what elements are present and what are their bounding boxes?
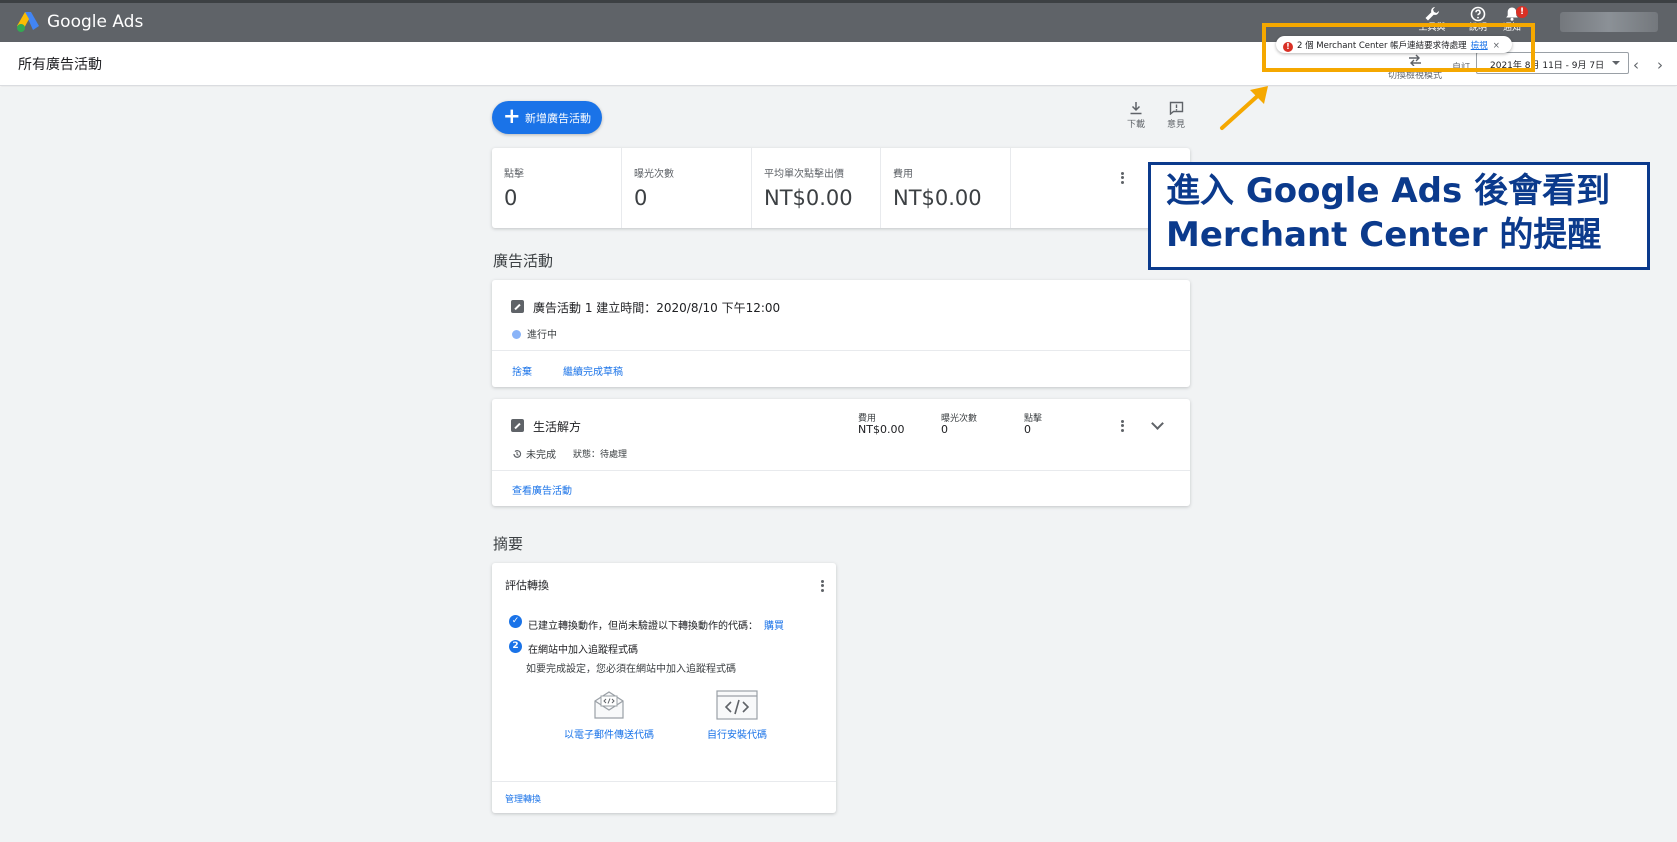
annotation-callout: 進入 Google Ads 後會看到 Merchant Center 的提醒 [1148, 162, 1650, 270]
new-campaign-label: 新增廣告活動 [525, 112, 591, 125]
conversion-card-title: 評估轉換 [505, 579, 549, 592]
download-icon [1130, 102, 1142, 115]
tools-button[interactable]: 工具與 [1407, 6, 1457, 33]
step1-text: 已建立轉換動作，但尚未驗證以下轉換動作的代碼： 購買 [528, 621, 784, 632]
campaign-status-text: 狀態：待處理 [573, 450, 628, 460]
callout-line-1: 進入 Google Ads 後會看到 [1166, 171, 1611, 211]
metric-value: NT$0.00 [764, 186, 853, 210]
metrics-card: 點擊 0 曝光次數 0 平均單次點擊出價 NT$0.00 費用 NT$0.00 [492, 148, 1190, 228]
metric-name: 點擊 [504, 169, 524, 180]
feedback-label: 意見 [1166, 120, 1185, 130]
cost-value: NT$0.00 [858, 423, 905, 436]
merchant-center-notice: ! 2 個 Merchant Center 帳戶連結要求待處理 檢視 × [1276, 36, 1512, 53]
check-circle-icon: ✓ [509, 615, 522, 628]
notifications-label: 通知 [1502, 23, 1521, 33]
history-icon [513, 450, 522, 458]
manage-conversions-link[interactable]: 管理轉換 [505, 792, 541, 805]
status-dot-icon [512, 330, 521, 339]
campaign-name: 生活解方 [533, 420, 582, 434]
card-divider [492, 781, 836, 782]
continue-draft-link[interactable]: 繼續完成草稿 [563, 363, 623, 378]
download-label: 下載 [1126, 120, 1145, 130]
plus-icon: + [503, 104, 521, 128]
metric-name: 曝光次數 [634, 169, 674, 180]
metric-name: 費用 [893, 169, 913, 180]
help-icon [1470, 6, 1486, 22]
new-campaign-button[interactable]: + 新增廣告活動 [492, 101, 602, 134]
notifications-button[interactable]: ! 通知 [1487, 6, 1537, 33]
date-range-select[interactable]: 2021年 8月 11日 - 9月 7日 [1476, 52, 1629, 74]
close-icon[interactable]: × [1493, 41, 1500, 51]
email-code-option[interactable]: 以電子郵件傳送代碼 [554, 690, 664, 741]
account-info-blurred[interactable] [1560, 12, 1658, 32]
discard-draft-link[interactable]: 捨棄 [512, 363, 532, 378]
caret-down-icon [1612, 61, 1620, 65]
step1-link[interactable]: 購買 [764, 621, 784, 632]
google-ads-logo-icon [17, 12, 39, 32]
metric-name: 平均單次點擊出價 [764, 169, 844, 180]
more-vert-icon[interactable] [1120, 170, 1124, 185]
campaigns-section-title: 廣告活動 [493, 252, 554, 270]
step2-text: 在網站中加入追蹤程式碼 [528, 645, 638, 656]
campaign-state-text: 未完成 [526, 450, 556, 461]
chevron-down-icon[interactable] [1151, 417, 1164, 430]
feedback-icon [1169, 101, 1183, 115]
metric-cost[interactable]: 費用 NT$0.00 [881, 148, 1011, 228]
download-button[interactable]: 下載 [1118, 101, 1154, 130]
prev-period-button[interactable]: ‹ [1633, 56, 1639, 74]
notification-badge: ! [1516, 6, 1528, 18]
swap-icon [1409, 54, 1421, 66]
date-range-value: 2021年 8月 11日 - 9月 7日 [1490, 61, 1605, 71]
edit-draft-icon [511, 300, 524, 313]
metric-value: 0 [504, 186, 518, 210]
callout-line-2: Merchant Center 的提醒 [1166, 215, 1602, 255]
card-divider [492, 470, 1190, 471]
metric-impressions[interactable]: 曝光次數 0 [622, 148, 752, 228]
notice-review-link[interactable]: 檢視 [1471, 41, 1488, 51]
wrench-icon [1425, 7, 1439, 21]
email-code-icon [594, 691, 624, 719]
next-period-button[interactable]: › [1657, 56, 1663, 74]
campaign-card-incomplete: 生活解方 未完成 狀態：待處理 費用 NT$0.00 曝光次數 0 點擊 0 查… [492, 399, 1190, 506]
campaign-status: 進行中 [512, 326, 557, 341]
conversion-card: 評估轉換 ✓ 已建立轉換動作，但尚未驗證以下轉換動作的代碼： 購買 2 在網站中加… [492, 563, 836, 813]
campaign-name: 廣告活動 1 建立時間：2020/8/10 下午12:00 [533, 301, 781, 315]
switch-view-button[interactable]: 切換檢視模式 [1384, 54, 1446, 81]
view-campaign-link[interactable]: 查看廣告活動 [512, 482, 572, 497]
step2-subtext: 如要完成設定，您必須在網站中加入追蹤程式碼 [526, 664, 736, 675]
metric-value: 0 [634, 186, 648, 210]
campaign-state: 未完成 [512, 446, 556, 461]
page-title: 所有廣告活動 [18, 57, 102, 73]
campaign-card-draft: 廣告活動 1 建立時間：2020/8/10 下午12:00 進行中 捨棄 繼續完… [492, 280, 1190, 387]
code-window-icon [716, 690, 758, 720]
tools-label: 工具與 [1418, 23, 1446, 33]
clicks-value: 0 [1024, 423, 1031, 436]
more-vert-icon[interactable] [820, 578, 824, 593]
self-install-option[interactable]: 自行安裝代碼 [688, 690, 786, 741]
step-number-badge: 2 [509, 640, 522, 653]
error-icon: ! [1283, 42, 1293, 52]
self-install-label: 自行安裝代碼 [707, 730, 767, 741]
notice-text: 2 個 Merchant Center 帳戶連結要求待處理 [1297, 41, 1467, 51]
impressions-value: 0 [941, 423, 948, 436]
custom-range-label: 自訂 [1452, 63, 1471, 73]
summary-section-title: 摘要 [493, 535, 524, 553]
metric-clicks[interactable]: 點擊 0 [492, 148, 622, 228]
campaign-status-text: 進行中 [527, 330, 557, 341]
metric-value: NT$0.00 [893, 186, 982, 210]
card-divider [492, 350, 1190, 351]
more-vert-icon[interactable] [1120, 418, 1124, 433]
email-code-label: 以電子郵件傳送代碼 [564, 730, 654, 741]
app-title: Google Ads [47, 12, 144, 32]
edit-draft-icon [511, 419, 524, 432]
feedback-button[interactable]: 意見 [1158, 101, 1194, 130]
metric-avg-cpc[interactable]: 平均單次點擊出價 NT$0.00 [752, 148, 881, 228]
callout-arrow-icon [1220, 86, 1268, 130]
switch-view-label: 切換檢視模式 [1387, 71, 1442, 81]
